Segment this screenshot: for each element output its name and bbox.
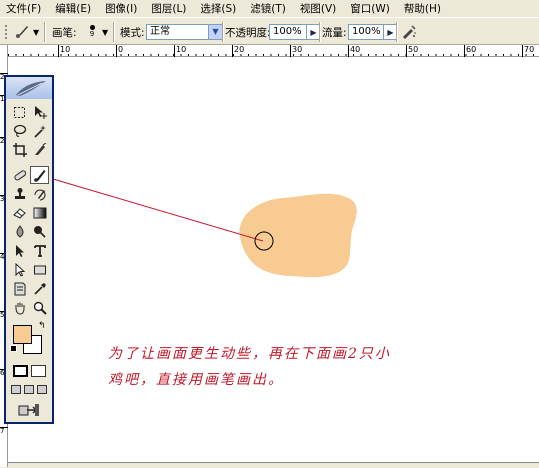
menu-filter[interactable]: 滤镜(T) <box>250 1 286 16</box>
brush-size: 9 <box>89 30 95 38</box>
default-colors-icon[interactable] <box>10 345 17 352</box>
menu-view[interactable]: 视图(V) <box>300 1 336 16</box>
path-selection-icon[interactable] <box>10 242 29 260</box>
menu-edit[interactable]: 编辑(E) <box>55 1 91 16</box>
marquee-icon[interactable] <box>10 103 29 121</box>
toolbox-header[interactable] <box>6 77 52 99</box>
full-screen-menu-mode-icon[interactable] <box>24 385 34 394</box>
clone-stamp-icon[interactable] <box>10 185 29 203</box>
zoom-icon[interactable] <box>30 299 49 317</box>
ruler-label: 10 <box>176 45 187 54</box>
notes-icon[interactable] <box>10 280 29 298</box>
annotation-line-2: 鸡吧，直接用画笔画出。 <box>108 372 284 388</box>
feather-logo-icon <box>16 81 46 96</box>
hand-icon[interactable] <box>10 299 29 317</box>
airbrush-icon[interactable] <box>401 18 417 46</box>
foreground-color-swatch[interactable] <box>13 325 32 344</box>
toolbox-panel: ↰ <box>4 75 54 424</box>
annotation-line-1: 为了让画面更生动些，再在下面画2只小 <box>108 346 391 362</box>
eyedropper-icon[interactable] <box>30 280 49 298</box>
mode-select[interactable]: 正常 ▼ <box>146 24 223 40</box>
opacity-input[interactable]: 100% <box>269 24 307 40</box>
mode-value: 正常 <box>150 26 170 37</box>
history-brush-icon[interactable] <box>30 185 49 203</box>
tool-preset-picker[interactable]: ▼ <box>14 18 39 46</box>
canvas-artwork <box>52 178 357 278</box>
menu-bar: 文件(F) 编辑(E) 图像(I) 图层(L) 选择(S) 滤镜(T) 视图(V… <box>0 0 539 17</box>
brush-dropdown-icon[interactable]: ▼ <box>102 18 108 46</box>
ruler-label: 70 <box>524 45 535 54</box>
menu-file[interactable]: 文件(F) <box>6 1 41 16</box>
standard-screen-mode-icon[interactable] <box>11 385 21 394</box>
ruler-label: 0 <box>118 45 124 54</box>
ruler-label: 50 <box>408 45 419 54</box>
blur-icon[interactable] <box>10 223 29 241</box>
magic-wand-icon[interactable] <box>30 122 49 140</box>
horizontal-ruler[interactable]: 10 0 10 20 30 40 50 60 70 <box>8 45 539 57</box>
menu-select[interactable]: 选择(S) <box>200 1 236 16</box>
options-bar: ▼ 画笔: 9 ▼ 模式: 正常 ▼ 不透明度: 100% ▶ 流量: 100%… <box>0 17 539 45</box>
opacity-label: 不透明度: <box>225 26 271 39</box>
crop-icon[interactable] <box>10 141 29 159</box>
standard-mode-icon[interactable] <box>13 365 28 377</box>
brush-picker[interactable]: 9 <box>85 18 99 46</box>
jump-to-imageready-icon[interactable] <box>14 401 44 419</box>
ruler-label: 60 <box>466 45 477 54</box>
direct-selection-icon[interactable] <box>10 261 29 279</box>
quick-mask-mode-icon[interactable] <box>31 365 46 377</box>
brush-label: 画笔: <box>52 26 77 39</box>
pointer-line <box>52 178 264 242</box>
gradient-icon[interactable] <box>30 204 49 222</box>
full-screen-mode-icon[interactable] <box>37 385 47 394</box>
options-grip[interactable] <box>4 18 12 46</box>
menu-help[interactable]: 帮助(H) <box>404 1 441 16</box>
shape-icon[interactable] <box>30 261 49 279</box>
ruler-label: 40 <box>350 45 361 54</box>
chevron-down-icon: ▼ <box>208 25 222 39</box>
menu-window[interactable]: 窗口(W) <box>350 1 390 16</box>
canvas-bottom-edge <box>8 462 539 468</box>
slice-icon[interactable] <box>30 141 49 159</box>
type-icon[interactable] <box>30 242 49 260</box>
ruler-label: 7 <box>0 427 5 435</box>
ruler-label: 20 <box>234 45 245 54</box>
lasso-icon[interactable] <box>10 122 29 140</box>
chevron-down-icon: ▼ <box>33 27 40 37</box>
brush-icon[interactable] <box>30 166 49 184</box>
eraser-icon[interactable] <box>10 204 29 222</box>
swap-colors-icon[interactable]: ↰ <box>38 321 46 331</box>
flow-label: 流量: <box>322 26 347 39</box>
brush-tool-icon <box>14 23 30 42</box>
menu-image[interactable]: 图像(I) <box>105 1 137 16</box>
dodge-icon[interactable] <box>30 223 49 241</box>
ruler-label: 10 <box>60 45 71 54</box>
ruler-label: 30 <box>292 45 303 54</box>
healing-brush-icon[interactable] <box>10 166 29 184</box>
move-icon[interactable] <box>30 103 49 121</box>
flow-input[interactable]: 100% <box>348 24 384 40</box>
mode-label: 模式: <box>120 26 145 39</box>
document-canvas[interactable]: 为了让画面更生动些，再在下面画2只小 鸡吧，直接用画笔画出。 <box>8 57 539 467</box>
menu-layer[interactable]: 图层(L) <box>151 1 186 16</box>
